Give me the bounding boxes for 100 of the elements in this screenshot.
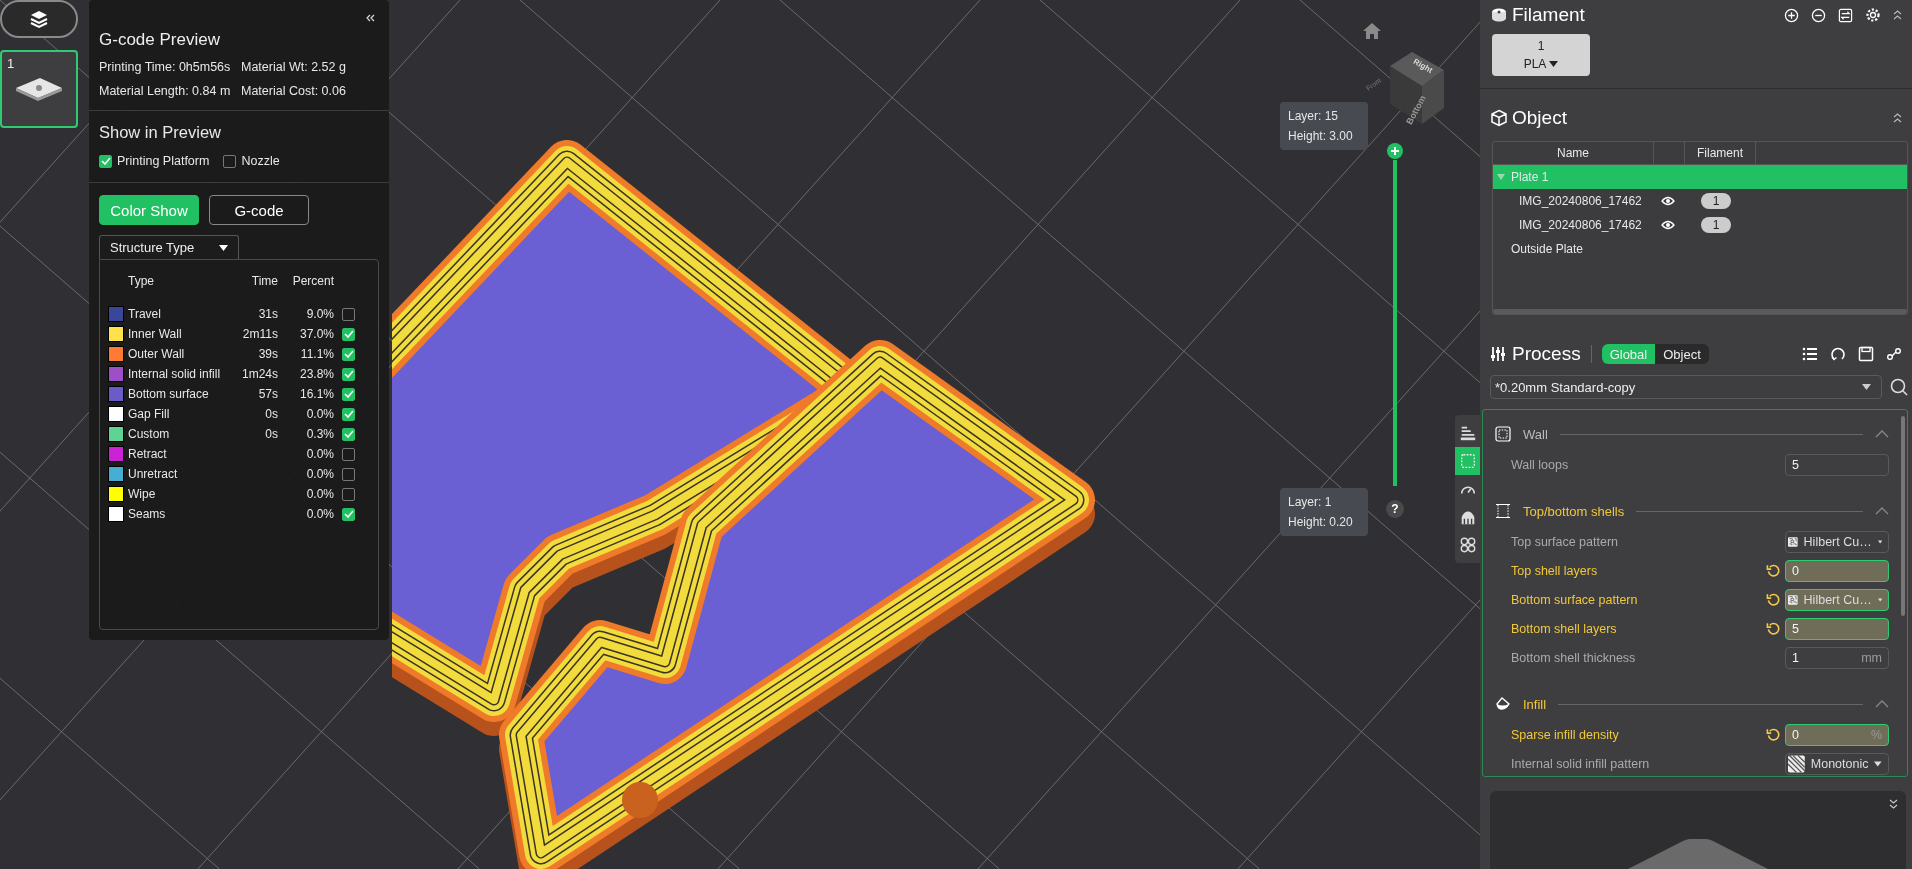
checkbox[interactable]	[342, 387, 355, 401]
collapse-icon[interactable]	[1893, 10, 1902, 20]
tree-item[interactable]: IMG_20240806_17462	[1519, 218, 1649, 232]
option-label: Nozzle	[241, 154, 280, 168]
group-title: Infill	[1523, 696, 1547, 712]
legend-percent: 11.1%	[299, 347, 334, 361]
legend-percent: 0.3%	[305, 427, 334, 441]
scope-tab[interactable]: Object	[1655, 344, 1709, 364]
add-icon[interactable]	[1784, 7, 1799, 23]
eye-icon[interactable]	[1661, 196, 1675, 206]
slider-handle[interactable]	[1387, 143, 1403, 159]
unit-label: %	[1870, 727, 1882, 742]
filament-badge[interactable]: 1	[1701, 217, 1731, 233]
compare-icon[interactable]	[1886, 346, 1902, 362]
tree-row[interactable]: Outside Plate	[1493, 237, 1907, 261]
checkbox[interactable]	[342, 307, 355, 321]
setting-label: Bottom surface pattern	[1511, 592, 1639, 607]
reset-icon[interactable]	[1766, 563, 1781, 578]
view-mode-tab[interactable]: G-code	[209, 195, 309, 225]
checkbox[interactable]	[223, 154, 237, 168]
legend-percent: 23.8%	[298, 367, 334, 381]
input-field[interactable]: 5	[1785, 617, 1889, 640]
legend-percent: 0.0%	[305, 507, 334, 521]
preset-dropdown[interactable]: *0.20mm Standard-copy	[1490, 375, 1882, 399]
search-icon[interactable]	[1890, 378, 1908, 396]
legend-percent: 9.0%	[305, 307, 334, 321]
shells-icon	[1495, 503, 1511, 519]
legend-percent: 16.1%	[298, 387, 334, 401]
column-header: Filament	[1685, 142, 1756, 164]
scrollbar[interactable]	[1901, 416, 1905, 616]
view-cube[interactable]	[1390, 52, 1444, 124]
checkbox[interactable]	[342, 407, 355, 421]
section-title: Filament	[1512, 4, 1585, 26]
list-icon[interactable]	[1802, 346, 1818, 362]
checkbox[interactable]	[342, 467, 355, 481]
stat-text: Printing Time: 0h5m56s	[99, 60, 232, 74]
settings-icon[interactable]	[1865, 7, 1881, 23]
checkbox[interactable]	[99, 154, 112, 168]
filament-slot-button[interactable]: 1 PLA	[1492, 34, 1590, 76]
checkbox[interactable]	[342, 447, 355, 461]
layer-text: Layer: 15	[1288, 108, 1340, 125]
layers-icon	[29, 9, 49, 29]
input-field[interactable]: 5	[1785, 453, 1889, 476]
setting-label: Bottom shell layers	[1511, 621, 1618, 636]
save-icon[interactable]	[1858, 346, 1874, 362]
section-title: Show in Preview	[98, 122, 222, 143]
expand-icon[interactable]	[1889, 799, 1898, 809]
unit-label: mm	[1861, 650, 1882, 665]
setting-label: Internal solid infill pattern	[1511, 756, 1651, 771]
reset-icon[interactable]	[1766, 592, 1781, 607]
reset-icon[interactable]	[1766, 621, 1781, 636]
eye-icon[interactable]	[1661, 220, 1675, 230]
stat-text: Material Cost: 0.06	[241, 84, 347, 98]
home-icon[interactable]	[1362, 22, 1382, 40]
help-button[interactable]: ?	[1386, 500, 1404, 518]
legend-type: Outer Wall	[128, 347, 186, 361]
scrollbar[interactable]	[1493, 309, 1907, 314]
pattern-dropdown[interactable]: Hilbert Cu…	[1785, 588, 1889, 611]
checkbox[interactable]	[342, 507, 355, 521]
panel-title: G-code Preview	[98, 29, 221, 51]
pattern-dropdown[interactable]: Hilbert Cu…	[1785, 530, 1889, 553]
caret-icon	[1877, 596, 1882, 603]
spool-icon	[1490, 6, 1508, 24]
column-header: Type	[128, 274, 155, 288]
layers-button[interactable]	[0, 0, 78, 38]
reset-icon[interactable]	[1830, 346, 1846, 362]
column-header: Percent	[291, 274, 334, 288]
legend-percent: 0.0%	[305, 407, 334, 421]
legend-type: Unretract	[128, 467, 179, 481]
cube-icon	[1490, 109, 1508, 127]
tree-item[interactable]: IMG_20240806_17462	[1519, 194, 1649, 208]
filament-badge[interactable]: 1	[1701, 193, 1731, 209]
group-title: Wall	[1523, 426, 1548, 442]
pattern-dropdown[interactable]: Monotonic	[1785, 752, 1889, 775]
stat-text: Material Length: 0.84 m	[99, 84, 232, 98]
input-field[interactable]: 0	[1785, 559, 1889, 582]
swap-icon[interactable]	[1838, 7, 1853, 23]
legend-type: Custom	[128, 427, 171, 441]
stat-text: Material Wt: 2.52 g	[241, 60, 347, 74]
legend-time: 1m24s	[240, 367, 278, 381]
setting-label: Bottom shell thickness	[1511, 650, 1637, 665]
legend-time: 2m11s	[241, 327, 278, 341]
checkbox[interactable]	[342, 487, 355, 501]
legend-time: 57s	[257, 387, 278, 401]
plate-thumbnail[interactable]: 1	[0, 50, 78, 128]
layer-text: Height: 3.00	[1288, 128, 1354, 145]
legend-time: 39s	[257, 347, 278, 361]
slider-range[interactable]	[1393, 160, 1397, 486]
legend-percent: 37.0%	[298, 327, 334, 341]
collapse-icon[interactable]	[1893, 113, 1902, 123]
checkbox[interactable]	[342, 367, 355, 381]
legend-percent: 0.0%	[305, 467, 334, 481]
legend-type: Bottom surface	[128, 387, 210, 401]
section-title: Object	[1512, 107, 1567, 129]
legend-dropdown[interactable]: Structure Type	[99, 235, 239, 259]
checkbox[interactable]	[342, 347, 355, 361]
remove-icon[interactable]	[1811, 7, 1826, 23]
checkbox[interactable]	[342, 327, 355, 341]
checkbox[interactable]	[342, 427, 355, 441]
reset-icon[interactable]	[1766, 727, 1781, 742]
